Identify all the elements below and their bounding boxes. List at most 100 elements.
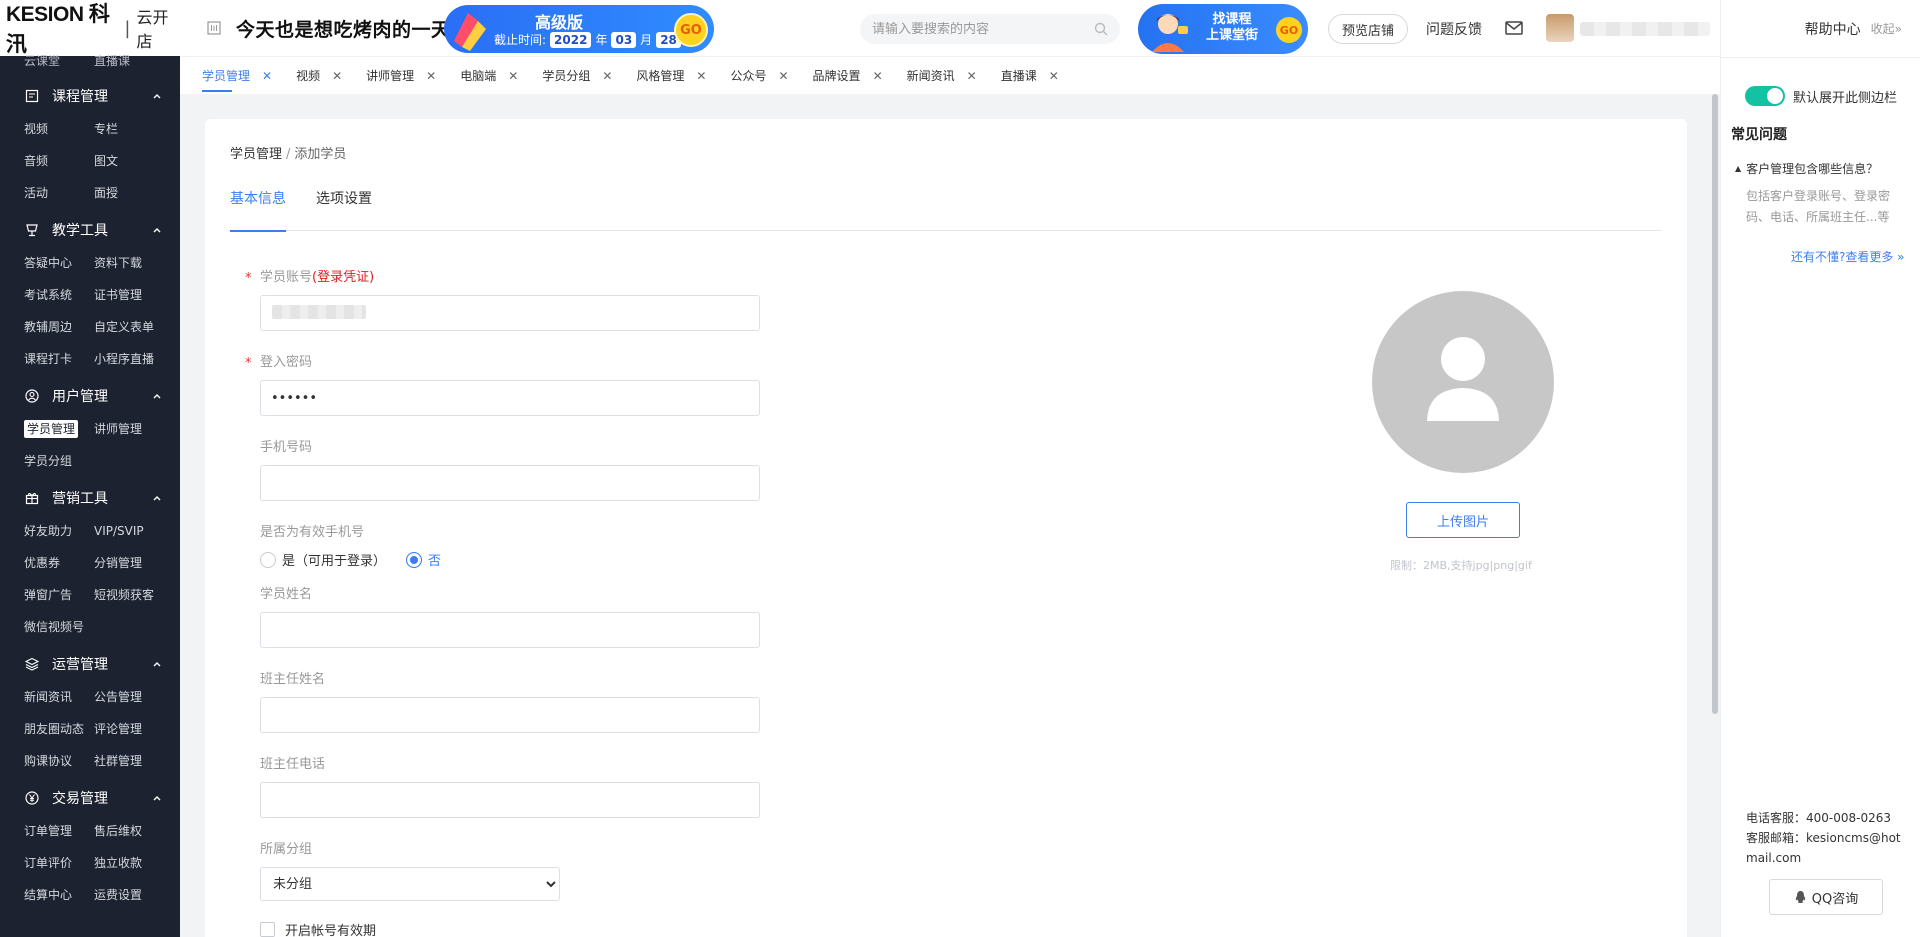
sidebar-item-live-class[interactable]: 直播课 [94,52,164,68]
sidebar-item[interactable]: 短视频获客 [94,582,180,608]
sidebar-item[interactable]: 订单管理 [24,818,94,844]
sidebar-item-cloud-class[interactable]: 云课堂 [24,52,94,68]
sidebar-item[interactable]: 资料下载 [94,250,180,276]
sidebar-item[interactable]: 考试系统 [24,282,94,308]
sidebar-item[interactable]: 运费设置 [94,882,180,908]
expiry-checkbox[interactable]: 开启帐号有效期 [260,920,376,937]
open-tab[interactable]: 品牌设置 ✕ [813,58,883,94]
close-icon[interactable]: ✕ [426,69,436,83]
collapse-panel-link[interactable]: 收起» [1871,20,1902,37]
open-tab[interactable]: 风格管理 ✕ [636,58,706,94]
tab-basic-info[interactable]: 基本信息 [230,183,286,232]
promo-go-button[interactable]: GO [674,13,708,47]
sidebar-item[interactable]: 结算中心 [24,882,94,908]
open-tab[interactable]: 公众号 ✕ [730,58,788,94]
sidebar-item[interactable]: 教辅周边 [24,314,94,340]
sidebar-item[interactable]: 好友助力 [24,518,94,544]
close-icon[interactable]: ✕ [873,69,883,83]
faq-question[interactable]: ▲ 客户管理包含哪些信息？ [1735,160,1878,177]
close-icon[interactable]: ✕ [332,69,342,83]
radio-valid-yes[interactable]: 是（可用于登录） [260,550,386,569]
sidebar-item[interactable]: 证书管理 [94,282,180,308]
sidebar-item[interactable]: 评论管理 [94,716,180,742]
chevron-up-icon[interactable] [152,493,162,503]
mail-icon[interactable] [1504,19,1524,37]
open-tab[interactable]: 直播课 ✕ [1001,58,1059,94]
group-select[interactable]: 未分组 [260,867,560,901]
password-input[interactable] [260,380,760,416]
search-icon[interactable] [1094,22,1108,36]
upload-image-button[interactable]: 上传图片 [1406,502,1520,538]
chevron-up-icon[interactable] [152,391,162,401]
close-icon[interactable]: ✕ [778,69,788,83]
open-tab[interactable]: 学员管理 ✕ [202,58,272,94]
sidebar-item[interactable]: 朋友圈动态 [24,716,94,742]
chevron-up-icon[interactable] [152,91,162,101]
sidebar-item[interactable]: 公告管理 [94,684,180,710]
faq-more-link[interactable]: 还有不懂?查看更多 » [1791,248,1905,265]
close-icon[interactable]: ✕ [508,69,518,83]
preview-shop-button[interactable]: 预览店铺 [1328,14,1409,44]
teacher-name-input[interactable] [260,697,760,733]
open-tab[interactable]: 学员分组 ✕ [542,58,612,94]
scrollbar-thumb[interactable] [1712,94,1718,714]
sidebar-item[interactable]: 弹窗广告 [24,582,94,608]
close-icon[interactable]: ✕ [696,69,706,83]
close-icon[interactable]: ✕ [967,69,977,83]
sidebar-group-header[interactable]: 课程管理 [0,82,180,110]
search-input[interactable] [872,21,1094,37]
sidebar-group-header[interactable]: 用户管理 [0,382,180,410]
sidebar-item[interactable]: 学员分组 [24,448,94,474]
sidebar-item[interactable]: 独立收款 [94,850,180,876]
qq-consult-button[interactable]: QQ咨询 [1769,879,1883,915]
sidebar-item[interactable]: 活动 [24,180,94,206]
sidebar-item[interactable]: 课程打卡 [24,346,94,372]
sidebar-item[interactable]: 分销管理 [94,550,180,576]
sidebar-group-header[interactable]: 交易管理 [0,784,180,812]
sidebar-item[interactable]: 答疑中心 [24,250,94,276]
sidebar-group-header[interactable]: 教学工具 [0,216,180,244]
course-street-go-button[interactable]: GO [1276,17,1302,43]
open-tab[interactable]: 视频 ✕ [296,58,342,94]
chevron-up-icon[interactable] [152,793,162,803]
chevron-up-icon[interactable] [152,659,162,669]
main-scrollbar[interactable] [1710,94,1720,937]
student-name-input[interactable] [260,612,760,648]
sidebar-item[interactable]: 音频 [24,148,94,174]
course-street-banner[interactable]: 找课程 上课堂街 GO [1138,4,1308,54]
phone-input[interactable] [260,465,760,501]
sidebar-item[interactable]: 自定义表单 [94,314,180,340]
open-tab[interactable]: 新闻资讯 ✕ [907,58,977,94]
close-icon[interactable]: ✕ [1049,69,1059,83]
tab-option-settings[interactable]: 选项设置 [316,183,372,231]
sidebar-item[interactable]: 微信视频号 [24,614,94,640]
sidebar-item[interactable]: VIP/SVIP [94,518,180,544]
help-center-title[interactable]: 帮助中心 [1805,19,1861,39]
menu-toggle-icon[interactable] [204,18,224,38]
premium-promo-banner[interactable]: 高级版 截止时间: 2022 年 03 月 28 日 GO [444,5,714,53]
sidebar-item[interactable]: 优惠券 [24,550,94,576]
sidebar-item[interactable]: 图文 [94,148,180,174]
sidebar-item[interactable]: 订单评价 [24,850,94,876]
teacher-phone-input[interactable] [260,782,760,818]
default-expand-toggle[interactable] [1745,86,1785,106]
open-tab[interactable]: 电脑端 ✕ [460,58,518,94]
close-icon[interactable]: ✕ [602,69,612,83]
breadcrumb-parent[interactable]: 学员管理 [230,147,282,162]
radio-valid-no[interactable]: 否 [406,550,441,569]
sidebar-item[interactable]: 讲师管理 [94,416,180,442]
sidebar-item[interactable]: 新闻资讯 [24,684,94,710]
close-icon[interactable]: ✕ [262,69,272,83]
sidebar-item[interactable]: 视频 [24,116,94,142]
open-tab[interactable]: 讲师管理 ✕ [366,58,436,94]
feedback-link[interactable]: 问题反馈 [1426,19,1482,39]
sidebar-item[interactable]: 购课协议 [24,748,94,774]
brand-logo[interactable]: KESION 科汛 | 云开店 [0,0,180,56]
user-avatar[interactable] [1546,14,1574,42]
sidebar-item[interactable]: 售后维权 [94,818,180,844]
sidebar-group-header[interactable]: 营销工具 [0,484,180,512]
sidebar-item[interactable]: 学员管理 [24,416,94,442]
user-name-redacted[interactable] [1580,22,1710,36]
chevron-up-icon[interactable] [152,225,162,235]
sidebar-item[interactable]: 小程序直播 [94,346,180,372]
